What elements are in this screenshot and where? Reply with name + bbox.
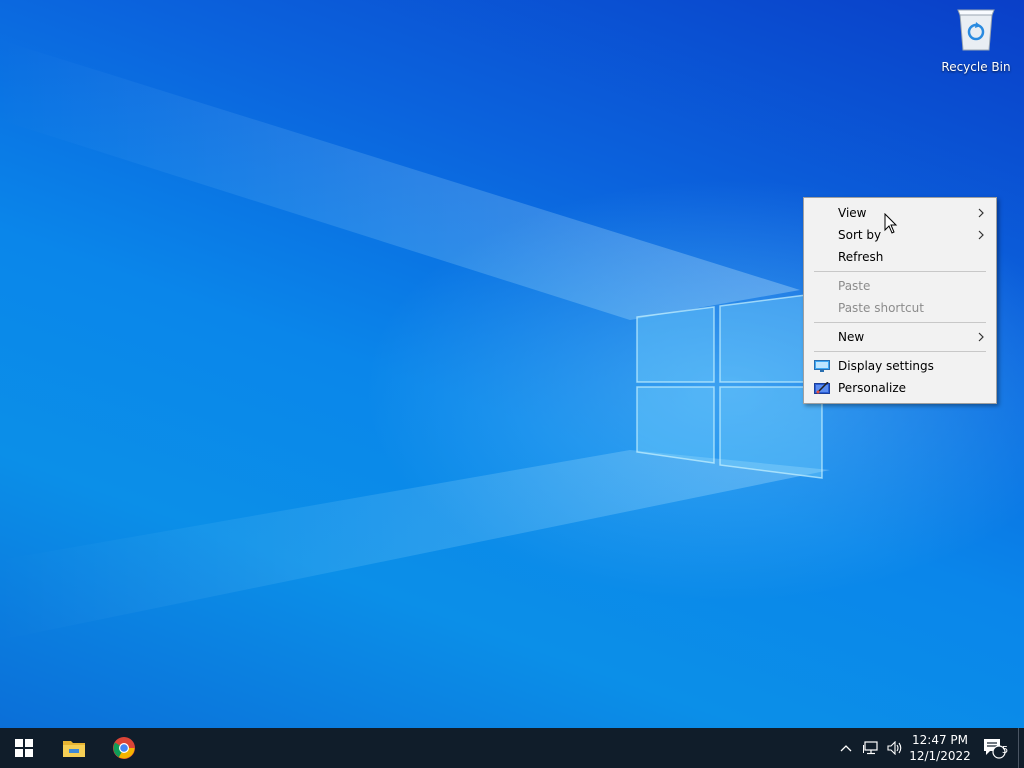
menu-item-personalize[interactable]: Personalize: [804, 377, 996, 399]
taskbar: 12:47 PM 12/1/2022 5: [0, 728, 1024, 768]
menu-item-view[interactable]: View: [804, 202, 996, 224]
action-center-button[interactable]: 5: [976, 728, 1012, 768]
chevron-right-icon: [978, 208, 984, 218]
windows-logo-icon: [15, 739, 33, 757]
clock[interactable]: 12:47 PM 12/1/2022: [908, 728, 972, 768]
recycle-bin-icon: [954, 6, 998, 52]
volume-button[interactable]: [884, 728, 906, 768]
menu-item-refresh-label: Refresh: [838, 250, 884, 264]
menu-separator: [814, 351, 986, 352]
clock-time: 12:47 PM: [912, 733, 968, 747]
file-explorer-icon: [63, 741, 85, 757]
menu-item-paste-shortcut-label: Paste shortcut: [838, 301, 924, 315]
show-desktop-button[interactable]: [1018, 728, 1019, 768]
network-icon: [863, 741, 878, 755]
menu-item-view-label: View: [838, 206, 867, 220]
menu-item-new-label: New: [838, 330, 865, 344]
menu-item-display-settings-label: Display settings: [838, 359, 934, 373]
desktop[interactable]: Recycle Bin View Sort by Refresh Paste P…: [0, 0, 1024, 728]
menu-item-paste[interactable]: Paste: [804, 275, 996, 297]
menu-item-personalize-label: Personalize: [838, 381, 907, 395]
desktop-context-menu: View Sort by Refresh Paste Paste shortcu…: [803, 197, 997, 404]
menu-item-refresh[interactable]: Refresh: [804, 246, 996, 268]
menu-separator: [814, 271, 986, 272]
mouse-cursor-icon: [884, 213, 898, 234]
menu-item-display-settings[interactable]: Display settings: [804, 355, 996, 377]
menu-item-paste-label: Paste: [838, 279, 871, 293]
start-button[interactable]: [0, 728, 48, 768]
recycle-bin-label: Recycle Bin: [941, 60, 1011, 74]
personalize-icon: [814, 382, 830, 394]
menu-item-new[interactable]: New: [804, 326, 996, 348]
display-icon: [814, 360, 830, 372]
menu-item-sort-by[interactable]: Sort by: [804, 224, 996, 246]
chevron-right-icon: [978, 332, 984, 342]
windows-wallpaper-logo: [636, 292, 823, 479]
show-hidden-icons-button[interactable]: [836, 728, 856, 768]
menu-separator: [814, 322, 986, 323]
chevron-right-icon: [978, 230, 984, 240]
taskbar-file-explorer[interactable]: [50, 728, 98, 768]
clock-date: 12/1/2022: [909, 749, 971, 763]
menu-item-sort-by-label: Sort by: [838, 228, 882, 242]
network-button[interactable]: [860, 728, 882, 768]
recycle-bin[interactable]: Recycle Bin: [940, 6, 1012, 74]
chrome-icon: [113, 737, 135, 759]
chevron-up-icon: [840, 745, 852, 752]
menu-item-paste-shortcut[interactable]: Paste shortcut: [804, 297, 996, 319]
notification-count: 5: [1001, 745, 1009, 756]
speaker-icon: [887, 741, 902, 755]
taskbar-chrome[interactable]: [100, 728, 148, 768]
